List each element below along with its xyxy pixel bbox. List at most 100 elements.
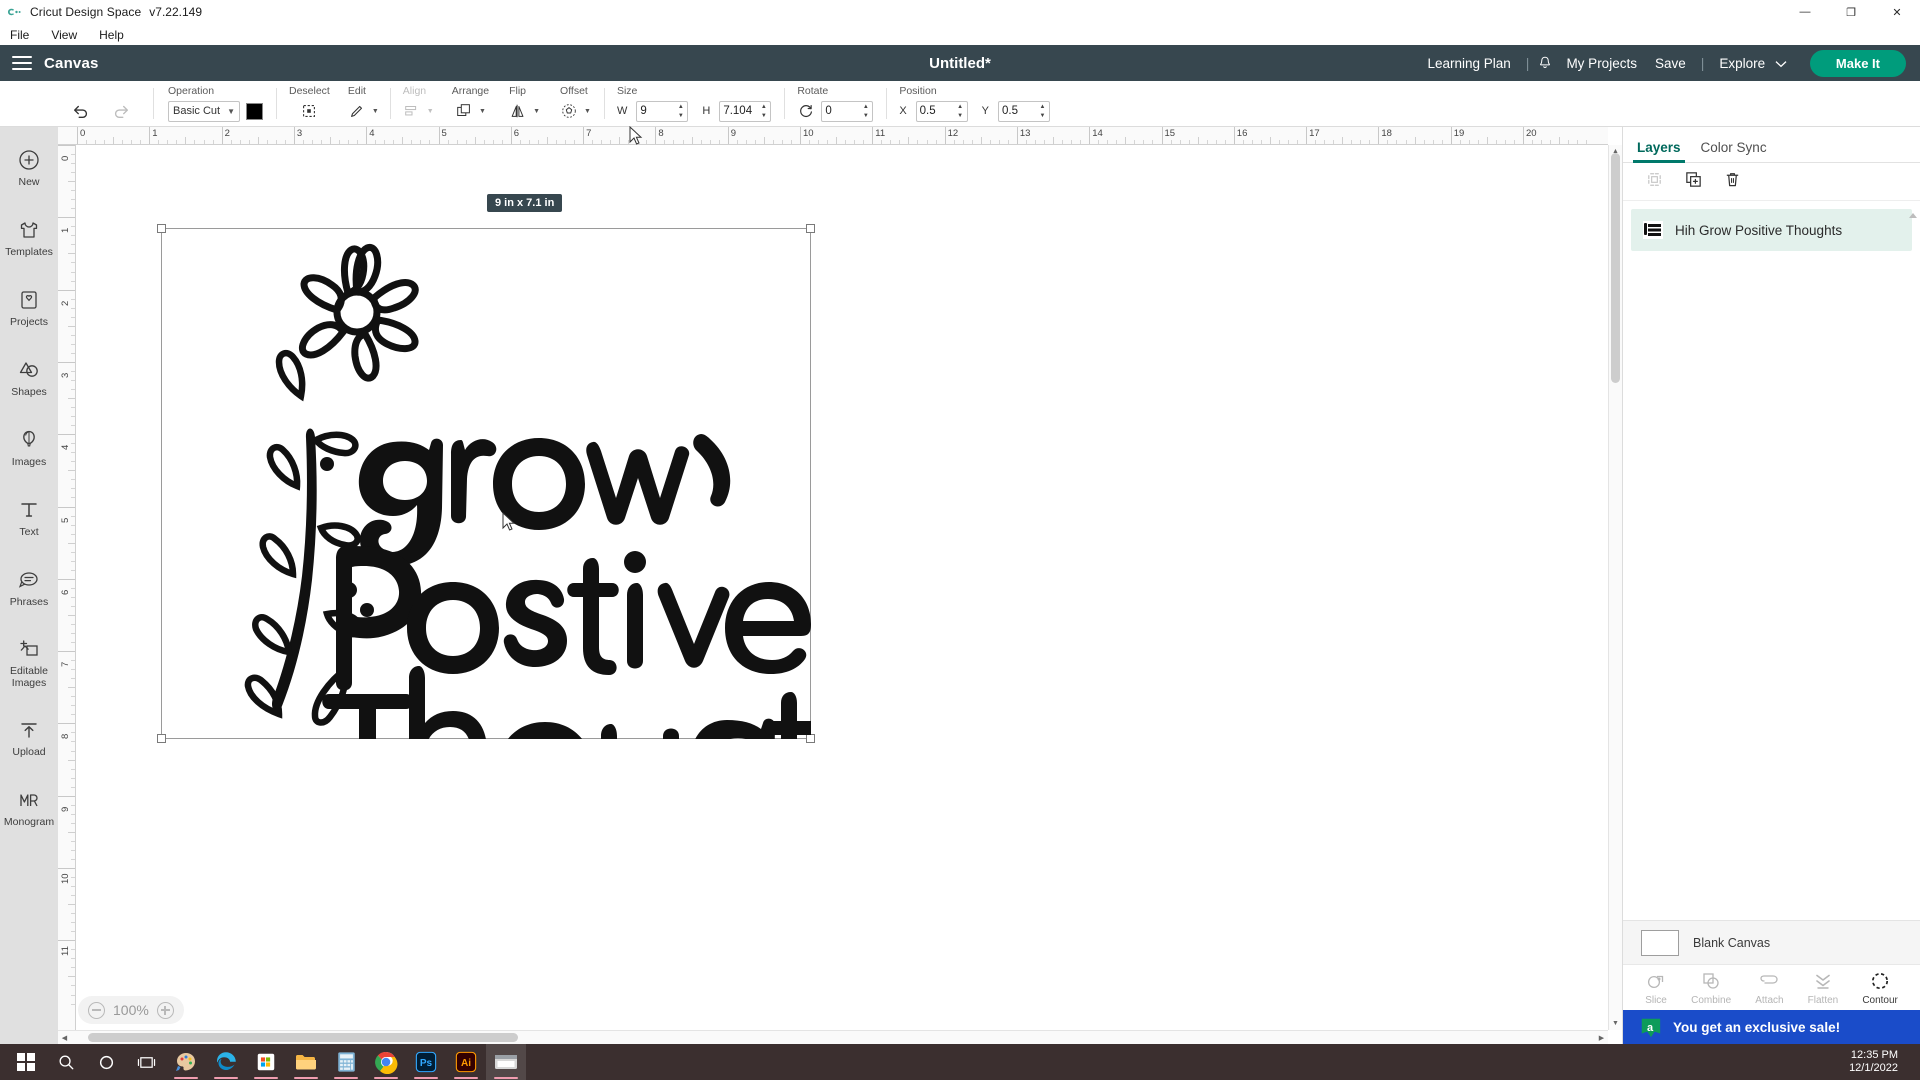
- ruler-minor-tick: [718, 140, 720, 144]
- promo-banner[interactable]: a You get an exclusive sale!: [1623, 1010, 1920, 1044]
- arrange-icon[interactable]: [455, 102, 473, 120]
- width-input[interactable]: 9 ▲ ▼: [636, 100, 689, 122]
- save-button[interactable]: Save: [1646, 56, 1695, 71]
- chrome-icon[interactable]: [366, 1044, 406, 1080]
- task-view-icon[interactable]: [126, 1044, 166, 1080]
- hamburger-menu-icon[interactable]: [0, 56, 44, 70]
- sidebar-item-phrases[interactable]: Phrases: [0, 553, 58, 623]
- sidebar-item-editable-images[interactable]: Editable Images: [0, 623, 58, 703]
- height-stepper[interactable]: ▲ ▼: [759, 104, 768, 119]
- cricut-icon[interactable]: [486, 1044, 526, 1080]
- ruler-minor-tick: [68, 253, 75, 255]
- ruler-minor-tick: [1504, 140, 1506, 144]
- ruler-minor-tick: [818, 140, 820, 144]
- ruler-minor-tick: [71, 163, 75, 165]
- position-x-input[interactable]: 0.5 ▲ ▼: [915, 100, 968, 122]
- chevron-down-icon[interactable]: ▼: [533, 108, 540, 115]
- deselect-icon[interactable]: [300, 102, 318, 120]
- scroll-right-arrow[interactable]: ▶: [1595, 1031, 1608, 1044]
- scroll-down-arrow[interactable]: ▼: [1609, 1017, 1622, 1030]
- vertical-scroll-thumb[interactable]: [1611, 153, 1620, 383]
- explore-machine-selector[interactable]: Explore: [1710, 56, 1796, 71]
- vertical-ruler: 0 1 2 3 4 5 6 7 8 9 10 11: [58, 145, 76, 1030]
- store-icon[interactable]: [246, 1044, 286, 1080]
- ruler-number: 1: [60, 228, 71, 234]
- shapes-icon: [19, 362, 38, 377]
- chevron-down-icon[interactable]: ▼: [372, 108, 379, 115]
- search-icon[interactable]: [46, 1044, 86, 1080]
- redo-icon[interactable]: [112, 102, 130, 120]
- make-it-button[interactable]: Make It: [1809, 49, 1906, 77]
- scroll-left-arrow[interactable]: ◀: [58, 1031, 71, 1044]
- rotate-icon[interactable]: [797, 102, 815, 120]
- ruler-minor-tick: [637, 140, 639, 144]
- edge-icon[interactable]: [206, 1044, 246, 1080]
- menu-help[interactable]: Help: [95, 27, 128, 43]
- paint-icon[interactable]: [166, 1044, 206, 1080]
- sidebar-item-projects[interactable]: Projects: [0, 273, 58, 343]
- flip-icon[interactable]: [509, 102, 527, 120]
- chevron-down-icon[interactable]: ▼: [479, 108, 486, 115]
- close-button[interactable]: ✕: [1874, 0, 1920, 24]
- notification-bell-icon[interactable]: [1535, 53, 1555, 73]
- rotate-input[interactable]: 0 ▲ ▼: [821, 100, 874, 122]
- menu-view[interactable]: View: [47, 27, 81, 43]
- ruler-tick: [1450, 127, 1452, 144]
- contour-button[interactable]: Contour: [1862, 970, 1898, 1006]
- layers-scrollbar[interactable]: [1909, 213, 1918, 813]
- plus-circle-icon[interactable]: [156, 1001, 174, 1019]
- sidebar-item-images[interactable]: Images: [0, 413, 58, 483]
- list-item[interactable]: Hih Grow Positive Thoughts: [1631, 209, 1912, 251]
- duplicate-icon[interactable]: [1684, 170, 1703, 194]
- zoom-control[interactable]: 100%: [78, 996, 184, 1024]
- operation-select[interactable]: Basic Cut ▼: [168, 100, 240, 122]
- horizontal-scrollbar[interactable]: ◀ ▶: [58, 1030, 1608, 1044]
- sidebar-item-templates[interactable]: Templates: [0, 203, 58, 273]
- undo-icon[interactable]: [72, 102, 90, 120]
- sidebar-item-upload[interactable]: Upload: [0, 703, 58, 773]
- photoshop-icon[interactable]: Ps: [406, 1044, 446, 1080]
- illustrator-icon[interactable]: Ai: [446, 1044, 486, 1080]
- canvas-container[interactable]: 0 1 2 3 4 5 6 7 8 9 10 11 12 13 14 15 16 17 18 19 20 0123456…: [58, 127, 1622, 1044]
- my-projects-link[interactable]: My Projects: [1557, 56, 1646, 71]
- sidebar-item-new[interactable]: New: [0, 133, 58, 203]
- arrange-group: Arrange ▼: [442, 81, 497, 126]
- start-icon[interactable]: [6, 1044, 46, 1080]
- vertical-scrollbar[interactable]: ▲ ▼: [1608, 145, 1622, 1030]
- calculator-icon[interactable]: [326, 1044, 366, 1080]
- chevron-down-icon[interactable]: ▼: [584, 108, 591, 115]
- minimize-button[interactable]: —: [1782, 0, 1828, 24]
- menu-file[interactable]: File: [6, 27, 33, 43]
- width-stepper[interactable]: ▲ ▼: [676, 104, 685, 119]
- horizontal-scroll-thumb[interactable]: [88, 1033, 518, 1042]
- position-y-input[interactable]: 0.5 ▲ ▼: [998, 100, 1050, 122]
- delete-icon[interactable]: [1723, 170, 1742, 194]
- ruler-number: 16: [1236, 128, 1248, 139]
- position-x-stepper[interactable]: ▲ ▼: [956, 104, 965, 119]
- canvas-color-swatch[interactable]: [1641, 929, 1679, 956]
- learning-plan-link[interactable]: Learning Plan: [1418, 56, 1519, 71]
- minus-circle-icon[interactable]: [88, 1001, 105, 1019]
- sidebar-item-text[interactable]: Text: [0, 483, 58, 553]
- cortana-icon[interactable]: [86, 1044, 126, 1080]
- offset-icon[interactable]: [560, 102, 578, 120]
- file-explorer-icon[interactable]: [286, 1044, 326, 1080]
- maximize-button[interactable]: ❐: [1828, 0, 1874, 24]
- canvas-layer-row[interactable]: Blank Canvas: [1623, 920, 1920, 964]
- tab-layers[interactable]: Layers: [1633, 140, 1685, 163]
- ruler-minor-tick: [1188, 140, 1190, 144]
- edit-icon[interactable]: [348, 102, 366, 120]
- canvas-surface[interactable]: 9 in x 7.1 in: [77, 146, 1608, 1030]
- ruler-minor-tick: [122, 140, 124, 144]
- rotate-stepper[interactable]: ▲ ▼: [861, 104, 870, 119]
- position-y-stepper[interactable]: ▲ ▼: [1038, 104, 1047, 119]
- ruler-minor-tick: [71, 379, 75, 381]
- clock[interactable]: 12:35 PM 12/1/2022: [1849, 1049, 1914, 1075]
- sidebar-item-shapes[interactable]: Shapes: [0, 343, 58, 413]
- design-artwork[interactable]: [161, 228, 811, 739]
- operation-color-swatch[interactable]: [246, 102, 263, 120]
- tab-color-sync[interactable]: Color Sync: [1701, 140, 1767, 162]
- height-input[interactable]: 7.104 ▲ ▼: [719, 100, 772, 122]
- ruler-tick: [800, 127, 801, 144]
- sidebar-item-monogram[interactable]: Monogram: [0, 773, 58, 843]
